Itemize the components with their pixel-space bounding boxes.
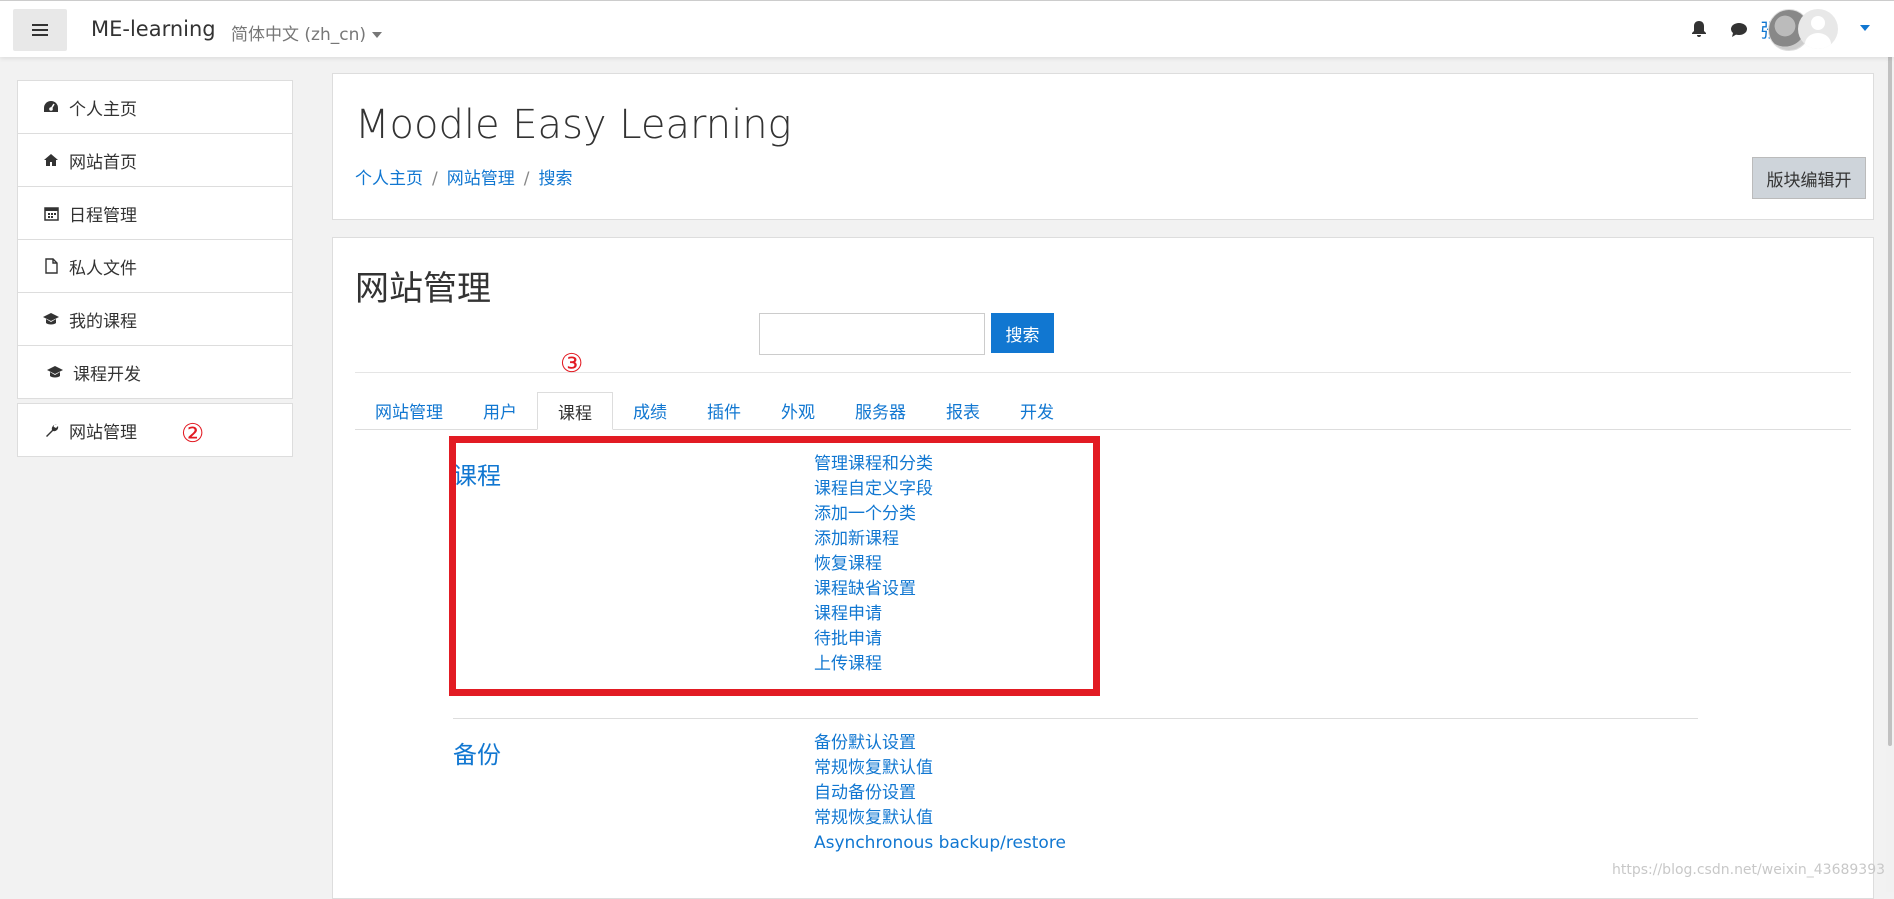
- link-general-restore-defaults[interactable]: 常规恢复默认值: [814, 756, 1066, 781]
- hamburger-icon: [32, 24, 48, 36]
- sidebar-item-my-courses[interactable]: 我的课程: [18, 293, 292, 346]
- category-title-backups[interactable]: 备份: [453, 735, 501, 770]
- breadcrumb-separator: /: [523, 169, 530, 189]
- sidebar-item-private-files[interactable]: 私人文件: [18, 240, 292, 293]
- sidebar-item-dashboard[interactable]: 个人主页: [18, 81, 292, 134]
- tab-grades[interactable]: 成绩: [613, 392, 687, 429]
- sidebar-item-site-admin[interactable]: 网站管理: [18, 404, 292, 456]
- calendar-icon: [42, 205, 60, 221]
- sidebar-item-label: 课程开发: [73, 364, 141, 385]
- sidebar-admin-group: 网站管理: [17, 403, 293, 457]
- section-title: 网站管理: [355, 269, 491, 309]
- backups-link-list: 备份默认设置 常规恢复默认值 自动备份设置 常规恢复默认值 Asynchrono…: [814, 731, 1066, 856]
- sidebar-item-course-development[interactable]: 课程开发: [18, 346, 292, 398]
- chevron-down-icon[interactable]: [1860, 25, 1870, 31]
- admin-tabs: 网站管理 用户 课程 成绩 插件 外观 服务器 报表 开发: [355, 392, 1851, 430]
- sidebar-item-label: 网站首页: [69, 152, 137, 173]
- watermark: https://blog.csdn.net/weixin_43689393: [1612, 862, 1886, 878]
- sidebar: 个人主页 网站首页 日程管理 私人文件 我的课程 课程开发 网站管理 ②: [0, 57, 315, 892]
- sidebar-item-label: 网站管理: [69, 422, 137, 443]
- breadcrumb-link-site-admin[interactable]: 网站管理: [447, 169, 515, 189]
- link-automated-backup-setup[interactable]: 自动备份设置: [814, 781, 1066, 806]
- page-title: Moodle Easy Learning: [355, 102, 792, 148]
- sidebar-item-label: 日程管理: [69, 205, 137, 226]
- breadcrumb-link-dashboard[interactable]: 个人主页: [355, 169, 423, 189]
- language-label: 简体中文 (zh_cn): [231, 25, 366, 45]
- user-avatar[interactable]: [1798, 9, 1838, 49]
- tab-users[interactable]: 用户: [463, 392, 537, 429]
- sidebar-item-calendar[interactable]: 日程管理: [18, 187, 292, 240]
- sidebar-item-label: 个人主页: [69, 99, 137, 120]
- bell-icon[interactable]: [1691, 20, 1707, 38]
- tab-courses[interactable]: 课程: [537, 392, 613, 430]
- tab-server[interactable]: 服务器: [835, 392, 926, 429]
- page-header: Moodle Easy Learning 个人主页 / 网站管理 / 搜索 版块编辑开: [332, 73, 1874, 220]
- annotation-marker-3: ③: [560, 349, 584, 379]
- breadcrumb-link-search[interactable]: 搜索: [538, 169, 572, 189]
- site-name[interactable]: ME-learning: [91, 17, 216, 41]
- sidebar-item-home[interactable]: 网站首页: [18, 134, 292, 187]
- search-button[interactable]: 搜索: [991, 313, 1054, 353]
- link-async-backup-restore[interactable]: Asynchronous backup/restore: [814, 831, 1066, 856]
- hamburger-menu-button[interactable]: [13, 9, 67, 51]
- tab-site-admin[interactable]: 网站管理: [355, 392, 463, 429]
- link-backup-defaults[interactable]: 备份默认设置: [814, 731, 1066, 756]
- sidebar-nav-group: 个人主页 网站首页 日程管理 私人文件 我的课程 课程开发: [17, 80, 293, 399]
- scrollbar-thumb[interactable]: [1888, 6, 1892, 746]
- admin-search-input[interactable]: [759, 313, 985, 355]
- sidebar-item-label: 我的课程: [69, 311, 137, 332]
- tab-development[interactable]: 开发: [1000, 392, 1074, 429]
- link-general-restore-defaults-2[interactable]: 常规恢复默认值: [814, 806, 1066, 831]
- highlight-box: [449, 436, 1100, 696]
- wrench-icon: [42, 422, 60, 438]
- breadcrumb: 个人主页 / 网站管理 / 搜索: [355, 164, 572, 189]
- tab-appearance[interactable]: 外观: [761, 392, 835, 429]
- file-icon: [42, 258, 60, 274]
- graduation-cap-icon: [42, 311, 60, 327]
- top-navbar: ME-learning 简体中文 (zh_cn) 张: [0, 0, 1894, 57]
- graduation-cap-icon: [46, 364, 64, 380]
- tab-plugins[interactable]: 插件: [687, 392, 761, 429]
- annotation-marker-2: ②: [181, 419, 205, 449]
- chat-icon[interactable]: [1730, 22, 1748, 38]
- blocks-editing-on-button[interactable]: 版块编辑开: [1752, 157, 1866, 199]
- breadcrumb-separator: /: [432, 169, 438, 189]
- sidebar-item-label: 私人文件: [69, 258, 137, 279]
- dashboard-icon: [42, 99, 60, 115]
- language-selector[interactable]: 简体中文 (zh_cn): [231, 20, 382, 45]
- home-icon: [42, 152, 60, 168]
- chevron-down-icon: [372, 32, 382, 38]
- tab-reports[interactable]: 报表: [926, 392, 1000, 429]
- divider: [453, 718, 1698, 719]
